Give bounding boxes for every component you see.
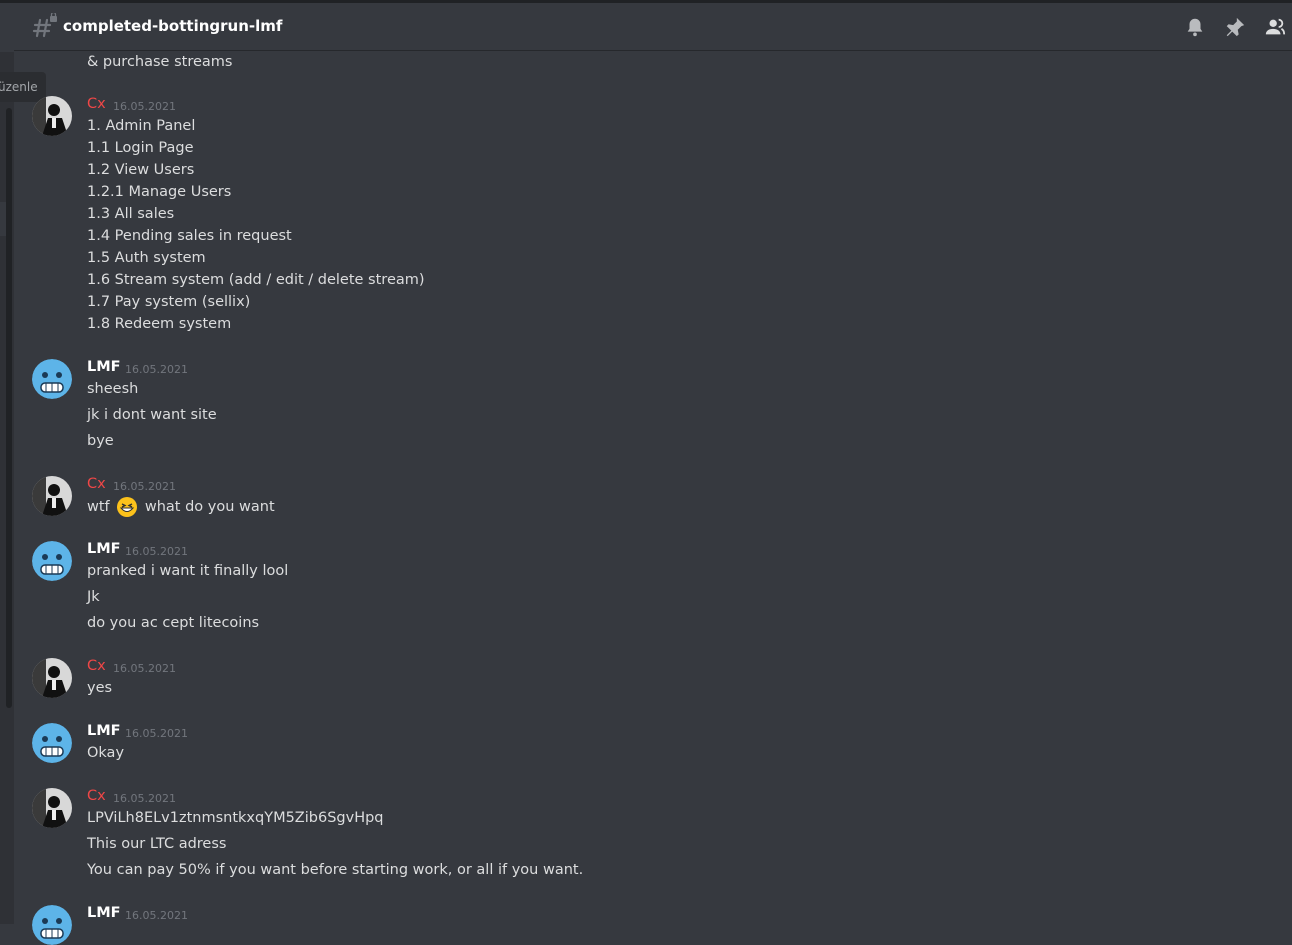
message-line: Okay [87,745,125,761]
author-name[interactable]: Cx [87,476,106,492]
message-line: 1.7 Pay system (sellix) [87,294,251,310]
message-line: wtf what do you want [87,496,275,518]
timestamp: 16.05.2021 [113,480,176,493]
author-name[interactable]: Cx [87,96,106,112]
pin-icon[interactable] [1224,16,1246,38]
channel-header: completed-bottingrun-lmf [14,3,1292,51]
message-line: 1.8 Redeem system [87,316,232,332]
message-line: bye [87,433,114,449]
timestamp: 16.05.2021 [113,792,176,805]
bell-icon[interactable] [1184,16,1206,38]
message-text: wtf [87,499,110,515]
grinning-emoji-icon[interactable] [116,496,138,518]
members-icon[interactable] [1264,16,1286,38]
timestamp: 16.05.2021 [125,363,188,376]
avatar[interactable] [32,359,72,399]
message-line: jk i dont want site [87,407,217,423]
message-line: 1.5 Auth system [87,250,206,266]
timestamp: 16.05.2021 [125,727,188,740]
avatar[interactable] [32,476,72,516]
author-name[interactable]: LMF [87,359,121,375]
message-line: 1. Admin Panel [87,118,196,134]
avatar[interactable] [32,541,72,581]
message-line: do you ac cept litecoins [87,615,260,631]
hashtag-lock-icon [32,13,57,38]
channel-name: completed-bottingrun-lmf [63,17,283,35]
message-text: what do you want [144,499,275,515]
author-name[interactable]: LMF [87,905,121,921]
avatar[interactable] [32,723,72,763]
timestamp: 16.05.2021 [113,100,176,113]
timestamp: 16.05.2021 [125,545,188,558]
avatar[interactable] [32,905,72,945]
avatar[interactable] [32,96,72,136]
message-line: 1.3 All sales [87,206,175,222]
left-panel-tab [0,202,6,236]
timestamp: 16.05.2021 [125,909,188,922]
message-line: sheesh [87,381,139,397]
avatar[interactable] [32,788,72,828]
left-scrollbar[interactable] [6,108,12,708]
author-name[interactable]: LMF [87,723,121,739]
message-line: & purchase streams [87,54,233,70]
author-name[interactable]: Cx [87,658,106,674]
left-panel-edge [0,52,14,924]
message-line: 1.1 Login Page [87,140,194,156]
message-line: This our LTC adress [87,836,227,852]
message-line: LPViLh8ELv1ztnmsntkxqYM5Zib6SgvHpq [87,810,384,826]
author-name[interactable]: Cx [87,788,106,804]
avatar[interactable] [32,658,72,698]
message-line: pranked i want it finally lool [87,563,289,579]
message-line: You can pay 50% if you want before start… [87,862,584,878]
author-name[interactable]: LMF [87,541,121,557]
message-line: 1.4 Pending sales in request [87,228,292,244]
message-line: Jk [87,589,100,605]
message-line: 1.2 View Users [87,162,195,178]
message-line: 1.6 Stream system (add / edit / delete s… [87,272,425,288]
message-list: & purchase streams Cx 16.05.2021 1. Admi… [14,52,1292,945]
timestamp: 16.05.2021 [113,662,176,675]
message-line: yes [87,680,113,696]
message-line: 1.2.1 Manage Users [87,184,232,200]
